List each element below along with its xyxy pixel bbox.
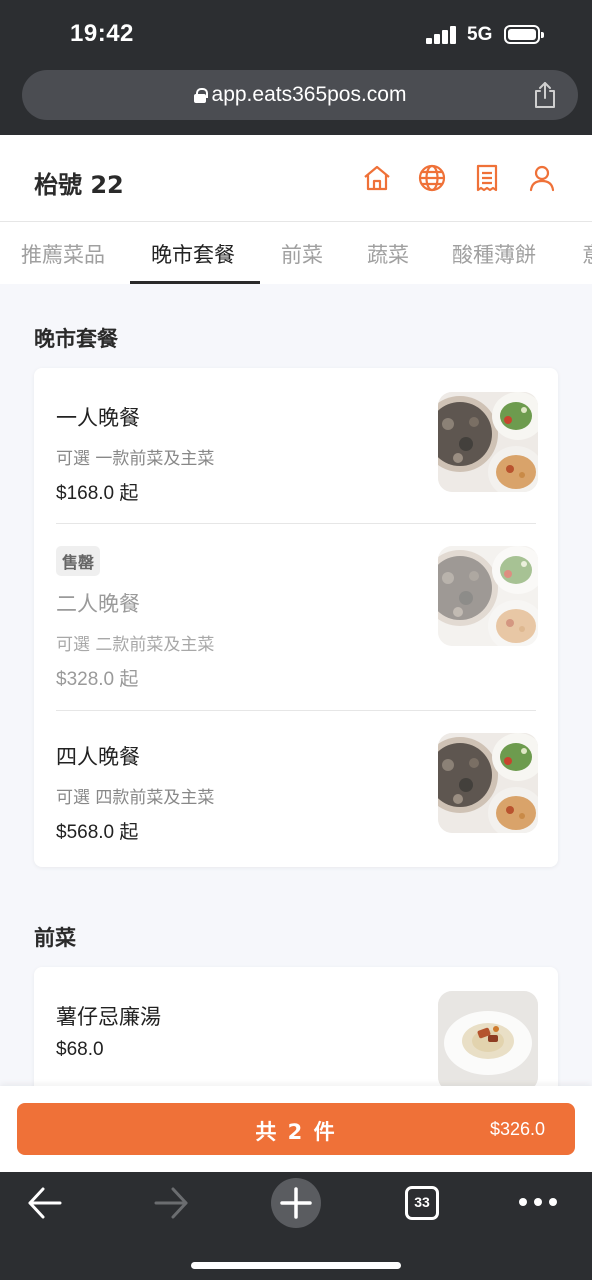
signal-icon [426, 26, 458, 44]
item-name: 薯仔忌廉湯 [56, 1005, 161, 1029]
item-description: 可選 一款前菜及主菜 [56, 449, 215, 469]
tab-appetizers[interactable]: 前菜 [281, 239, 323, 269]
home-icon[interactable] [362, 163, 392, 193]
item-photo [438, 733, 538, 833]
tab-dinner-set[interactable]: 晚市套餐 [151, 239, 235, 269]
url-text: app.eats365pos.com [211, 83, 407, 106]
tab-pasta[interactable]: 意 [582, 239, 592, 269]
item-photo [438, 991, 538, 1091]
more-options-icon[interactable] [518, 1196, 558, 1208]
network-type: 5G [467, 24, 493, 45]
sold-out-badge: 售罄 [56, 546, 101, 576]
tab-recommended[interactable]: 推薦菜品 [21, 239, 105, 269]
section-title-dinner-set: 晚市套餐 [34, 327, 118, 351]
back-arrow-icon[interactable] [26, 1186, 64, 1220]
page-title: 枱號 22 [34, 171, 124, 199]
battery-icon [504, 25, 544, 44]
tab-count: 33 [414, 1194, 430, 1210]
status-time: 19:42 [70, 20, 134, 47]
menu-item[interactable]: 售罄 二人晚餐 可選 二款前菜及主菜 $328.0 起 [34, 524, 558, 710]
item-photo [438, 546, 538, 646]
category-tabs: 推薦菜品 晚市套餐 前菜 蔬菜 酸種薄餅 意 [0, 222, 592, 284]
new-tab-icon[interactable] [270, 1177, 322, 1229]
cart-bar: 共 2 件 $326.0 [0, 1086, 592, 1172]
tab-vegetables[interactable]: 蔬菜 [367, 239, 409, 269]
item-photo [438, 392, 538, 492]
browser-toolbar: app.eats365pos.com [0, 68, 592, 135]
view-cart-button[interactable]: 共 2 件 $326.0 [17, 1103, 575, 1155]
item-name: 四人晚餐 [56, 745, 140, 769]
menu-item[interactable]: 四人晚餐 可選 四款前菜及主菜 $568.0 起 [34, 711, 558, 867]
user-icon[interactable] [527, 163, 557, 193]
tabs-button[interactable]: 33 [405, 1186, 439, 1220]
item-name: 一人晚餐 [56, 406, 140, 430]
active-tab-indicator [130, 281, 260, 284]
globe-icon[interactable] [417, 163, 447, 193]
cart-total: $326.0 [489, 1119, 545, 1139]
app-header: 枱號 22 [0, 135, 592, 222]
lock-icon [193, 88, 208, 103]
menu-card-dinner-set: 一人晚餐 可選 一款前菜及主菜 $168.0 起 售罄 二人晚餐 可選 二款前菜… [34, 368, 558, 867]
item-description: 可選 二款前菜及主菜 [56, 635, 215, 655]
item-description: 可選 四款前菜及主菜 [56, 788, 215, 808]
address-bar[interactable]: app.eats365pos.com [22, 70, 578, 120]
home-indicator [191, 1262, 401, 1269]
menu-item[interactable]: 一人晚餐 可選 一款前菜及主菜 $168.0 起 [34, 368, 558, 523]
status-bar: 19:42 5G [0, 0, 592, 68]
item-price: $328.0 起 [56, 669, 139, 690]
section-title-appetizers: 前菜 [34, 926, 76, 950]
item-price: $168.0 起 [56, 483, 139, 504]
item-name: 二人晚餐 [56, 592, 140, 616]
browser-bottom-bar: 33 [0, 1172, 592, 1280]
item-price: $568.0 起 [56, 822, 139, 843]
tab-sourdough-pizza[interactable]: 酸種薄餅 [452, 239, 536, 269]
receipt-icon[interactable] [472, 163, 502, 193]
share-icon[interactable] [532, 81, 558, 109]
item-price: $68.0 [56, 1039, 104, 1060]
forward-arrow-icon[interactable] [152, 1186, 190, 1220]
